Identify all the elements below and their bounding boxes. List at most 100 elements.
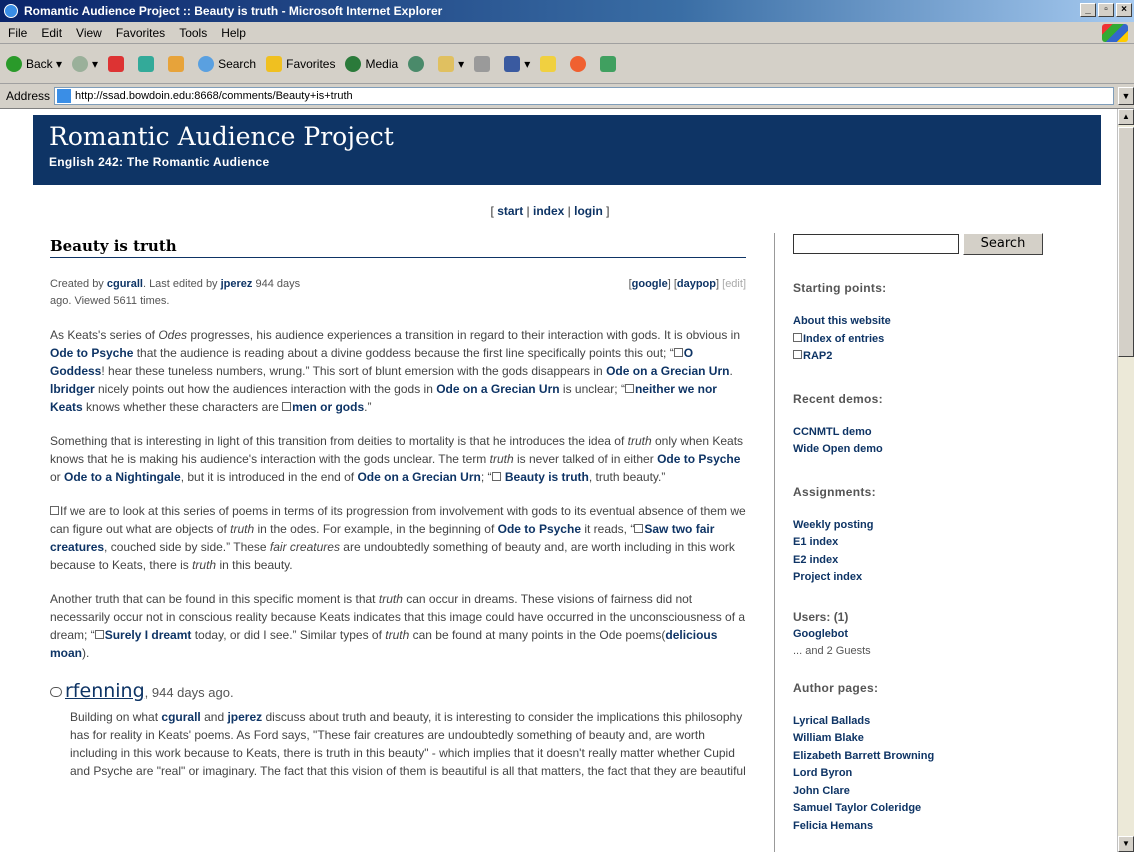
sidebar-link-lord-byron[interactable]: Lord Byron [793, 765, 1104, 783]
discuss-button[interactable] [540, 55, 560, 72]
word-icon [504, 55, 521, 72]
menu-tools[interactable]: Tools [179, 26, 207, 40]
menu-favorites[interactable]: Favorites [116, 26, 165, 40]
forward-arrow-icon [72, 55, 89, 72]
messenger-button[interactable] [570, 55, 590, 72]
paragraph-4: Another truth that can be found in this … [50, 592, 746, 660]
comment-author-link[interactable]: rfenning [65, 680, 145, 702]
print-icon [474, 55, 491, 72]
note-icon [540, 55, 557, 72]
favorites-button[interactable]: Favorites [266, 55, 335, 72]
daypop-link[interactable]: daypop [677, 278, 716, 290]
search-input[interactable] [793, 234, 959, 254]
extra-button[interactable] [600, 55, 620, 72]
address-dropdown-button[interactable]: ▼ [1118, 87, 1134, 105]
sidebar-link-william-blake[interactable]: William Blake [793, 730, 1104, 748]
edit-link[interactable]: edit [725, 278, 743, 290]
sidebar-link-e1-index[interactable]: E1 index [793, 534, 1104, 552]
sidebar-link-rap2[interactable]: RAP2 [793, 348, 1104, 366]
link-ode-to-a-nightingale[interactable]: Ode to a Nightingale [64, 470, 181, 484]
close-button[interactable]: × [1116, 3, 1132, 17]
speech-bubble-icon [50, 687, 62, 697]
refresh-icon [138, 55, 155, 72]
windows-logo-icon [1102, 24, 1128, 42]
menu-file[interactable]: File [8, 26, 27, 40]
sidebar: Search Starting points: About this websi… [774, 233, 1104, 852]
link-ode-on-a-grecian-urn[interactable]: Ode on a Grecian Urn [436, 382, 559, 396]
search-button[interactable]: Search [963, 233, 1043, 255]
starting-points-heading: Starting points: [793, 281, 887, 295]
media-button[interactable]: Media [345, 55, 398, 72]
sidebar-link-wide-open-demo[interactable]: Wide Open demo [793, 441, 1104, 459]
home-icon [168, 55, 185, 72]
sidebar-link-lyrical-ballads[interactable]: Lyrical Ballads [793, 713, 1104, 731]
link-ode-on-a-grecian-urn[interactable]: Ode on a Grecian Urn [357, 470, 480, 484]
sidebar-link-project-index[interactable]: Project index [793, 569, 1104, 587]
page-viewport: Romantic Audience Project English 242: T… [0, 109, 1117, 852]
external-link-icon [624, 384, 634, 393]
external-link-icon [94, 630, 104, 639]
back-button[interactable]: Back ▾ [6, 55, 62, 72]
mail-button[interactable]: ▾ [438, 55, 464, 72]
scroll-thumb[interactable] [1118, 127, 1134, 357]
editor-link[interactable]: jperez [221, 278, 253, 290]
sidebar-link-weekly-posting[interactable]: Weekly posting [793, 517, 1104, 535]
stop-button[interactable] [108, 55, 128, 72]
sidebar-link-elizabeth-barrett-browning[interactable]: Elizabeth Barrett Browning [793, 748, 1104, 766]
link-ode-to-psyche[interactable]: Ode to Psyche [498, 522, 581, 536]
edit-word-button[interactable]: ▾ [504, 55, 530, 72]
comment-marker-icon[interactable] [50, 506, 59, 515]
vertical-scrollbar[interactable]: ▲ ▼ [1117, 109, 1134, 852]
sidebar-link-john-clare[interactable]: John Clare [793, 783, 1104, 801]
recent-demos-heading: Recent demos: [793, 391, 883, 406]
search-toolbar-button[interactable]: Search [198, 55, 256, 72]
external-link-icon [793, 332, 802, 342]
sidebar-link-samuel-taylor-coleridge[interactable]: Samuel Taylor Coleridge [793, 800, 1104, 818]
minimize-button[interactable]: _ [1080, 3, 1096, 17]
nav-start-link[interactable]: start [497, 204, 523, 218]
star-icon [266, 55, 283, 72]
address-url: http://ssad.bowdoin.edu:8668/comments/Be… [75, 90, 353, 102]
link-ode-to-psyche[interactable]: Ode to Psyche [50, 346, 133, 360]
nav-login-link[interactable]: login [574, 204, 603, 218]
print-button[interactable] [474, 55, 494, 72]
external-link-icon [282, 402, 292, 411]
sidebar-link-about[interactable]: About this website [793, 313, 1104, 331]
menu-edit[interactable]: Edit [41, 26, 62, 40]
link-men-or-gods[interactable]: men or gods [292, 400, 364, 414]
external-link-icon [491, 472, 501, 481]
address-bar: Address http://ssad.bowdoin.edu:8668/com… [0, 84, 1134, 109]
address-input[interactable]: http://ssad.bowdoin.edu:8668/comments/Be… [54, 87, 1114, 105]
scroll-up-arrow-icon[interactable]: ▲ [1118, 109, 1134, 125]
main-content: Beauty is truth Created by cgurall. Last… [50, 237, 746, 780]
link-beauty-is-truth[interactable]: Beauty is truth [505, 470, 589, 484]
creator-link[interactable]: cgurall [107, 278, 143, 290]
external-link-icon [634, 524, 644, 533]
home-button[interactable] [168, 55, 188, 72]
refresh-button[interactable] [138, 55, 158, 72]
entry-actions: [google] [daypop] [edit] [628, 278, 746, 290]
forward-button[interactable]: ▾ [72, 55, 98, 72]
link-lbridger[interactable]: lbridger [50, 382, 95, 396]
history-button[interactable] [408, 55, 428, 72]
link-jperez[interactable]: jperez [227, 710, 262, 724]
sidebar-link-googlebot[interactable]: Googlebot [793, 626, 1104, 644]
link-ode-on-a-grecian-urn[interactable]: Ode on a Grecian Urn [606, 364, 729, 378]
menu-help[interactable]: Help [221, 26, 246, 40]
entry-meta-info: Created by cgurall. Last edited by jpere… [50, 278, 301, 307]
sidebar-link-e2-index[interactable]: E2 index [793, 552, 1104, 570]
sidebar-link-ccnmtl-demo[interactable]: CCNMTL demo [793, 424, 1104, 442]
nav-index-link[interactable]: index [533, 204, 564, 218]
sidebar-link-felicia-hemans[interactable]: Felicia Hemans [793, 818, 1104, 836]
google-link[interactable]: google [632, 278, 668, 290]
scroll-down-arrow-icon[interactable]: ▼ [1118, 836, 1134, 852]
link-surely-i-dreamt[interactable]: Surely I dreamt [105, 628, 192, 642]
menu-view[interactable]: View [76, 26, 102, 40]
author-pages-heading: Author pages: [793, 680, 879, 695]
sidebar-link-index-of-entries[interactable]: Index of entries [793, 331, 1104, 349]
paragraph-3: If we are to look at this series of poem… [50, 504, 746, 572]
maximize-button[interactable]: ▫ [1098, 3, 1114, 17]
link-cgurall[interactable]: cgurall [161, 710, 200, 724]
link-ode-to-psyche[interactable]: Ode to Psyche [657, 452, 740, 466]
entry-title: Beauty is truth [50, 237, 746, 258]
